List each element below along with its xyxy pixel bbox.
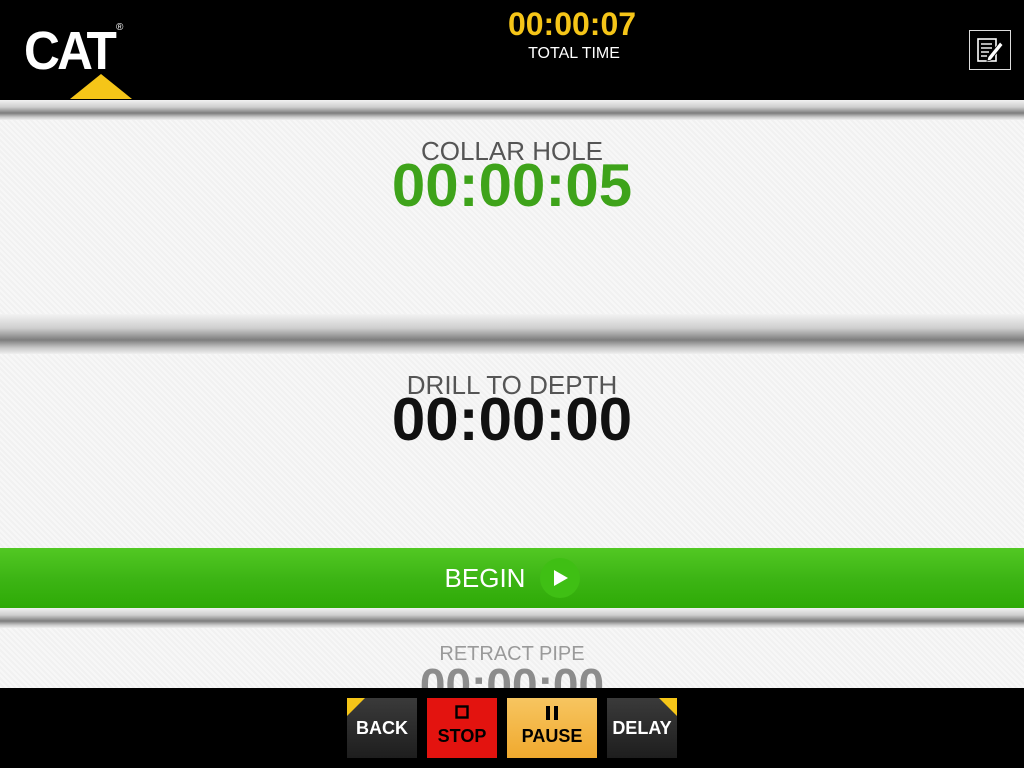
play-glyph (554, 570, 568, 586)
total-time-label: TOTAL TIME (528, 45, 620, 62)
brand-wordmark: CAT (24, 21, 117, 81)
begin-button[interactable]: BEGIN (0, 548, 1024, 608)
step-timer: 00:00:05 (391, 152, 633, 219)
separator-bar (0, 100, 1024, 120)
separator-bar (0, 314, 1024, 354)
separator-bar (0, 608, 1024, 628)
top-bar: CAT ® 00:00:07 TOTAL TIME (0, 0, 1024, 100)
step-panel-drill-to-depth: DRILL TO DEPTH 00:00:00 (0, 354, 1024, 548)
step-timer: 00:00:00 (419, 659, 605, 688)
pause-button[interactable]: PAUSE (507, 698, 597, 758)
begin-label: BEGIN (444, 563, 526, 593)
corner-marker (347, 698, 365, 716)
stop-label: STOP (437, 726, 487, 746)
notes-button[interactable] (969, 30, 1011, 70)
registered-mark: ® (116, 22, 124, 33)
stop-icon (455, 705, 469, 719)
step-timer: 00:00:00 (391, 386, 633, 453)
pause-icon (546, 706, 558, 720)
cat-logo: CAT ® (24, 21, 132, 99)
step-panel-retract-pipe: RETRACT PIPE 00:00:00 (0, 628, 1024, 688)
step-panel-collar-hole: COLLAR HOLE 00:00:05 (0, 120, 1024, 314)
play-icon[interactable] (540, 558, 580, 598)
pause-label: PAUSE (521, 726, 583, 746)
delay-label: DELAY (612, 718, 672, 738)
stop-button[interactable]: STOP (427, 698, 497, 758)
logo-triangle-icon (70, 74, 132, 99)
back-label: BACK (356, 718, 408, 738)
corner-marker (659, 698, 677, 716)
total-time-value: 00:00:07 (507, 6, 637, 42)
delay-button[interactable]: DELAY (607, 698, 677, 758)
back-button[interactable]: BACK (347, 698, 417, 758)
edit-notes-icon (977, 38, 1004, 62)
